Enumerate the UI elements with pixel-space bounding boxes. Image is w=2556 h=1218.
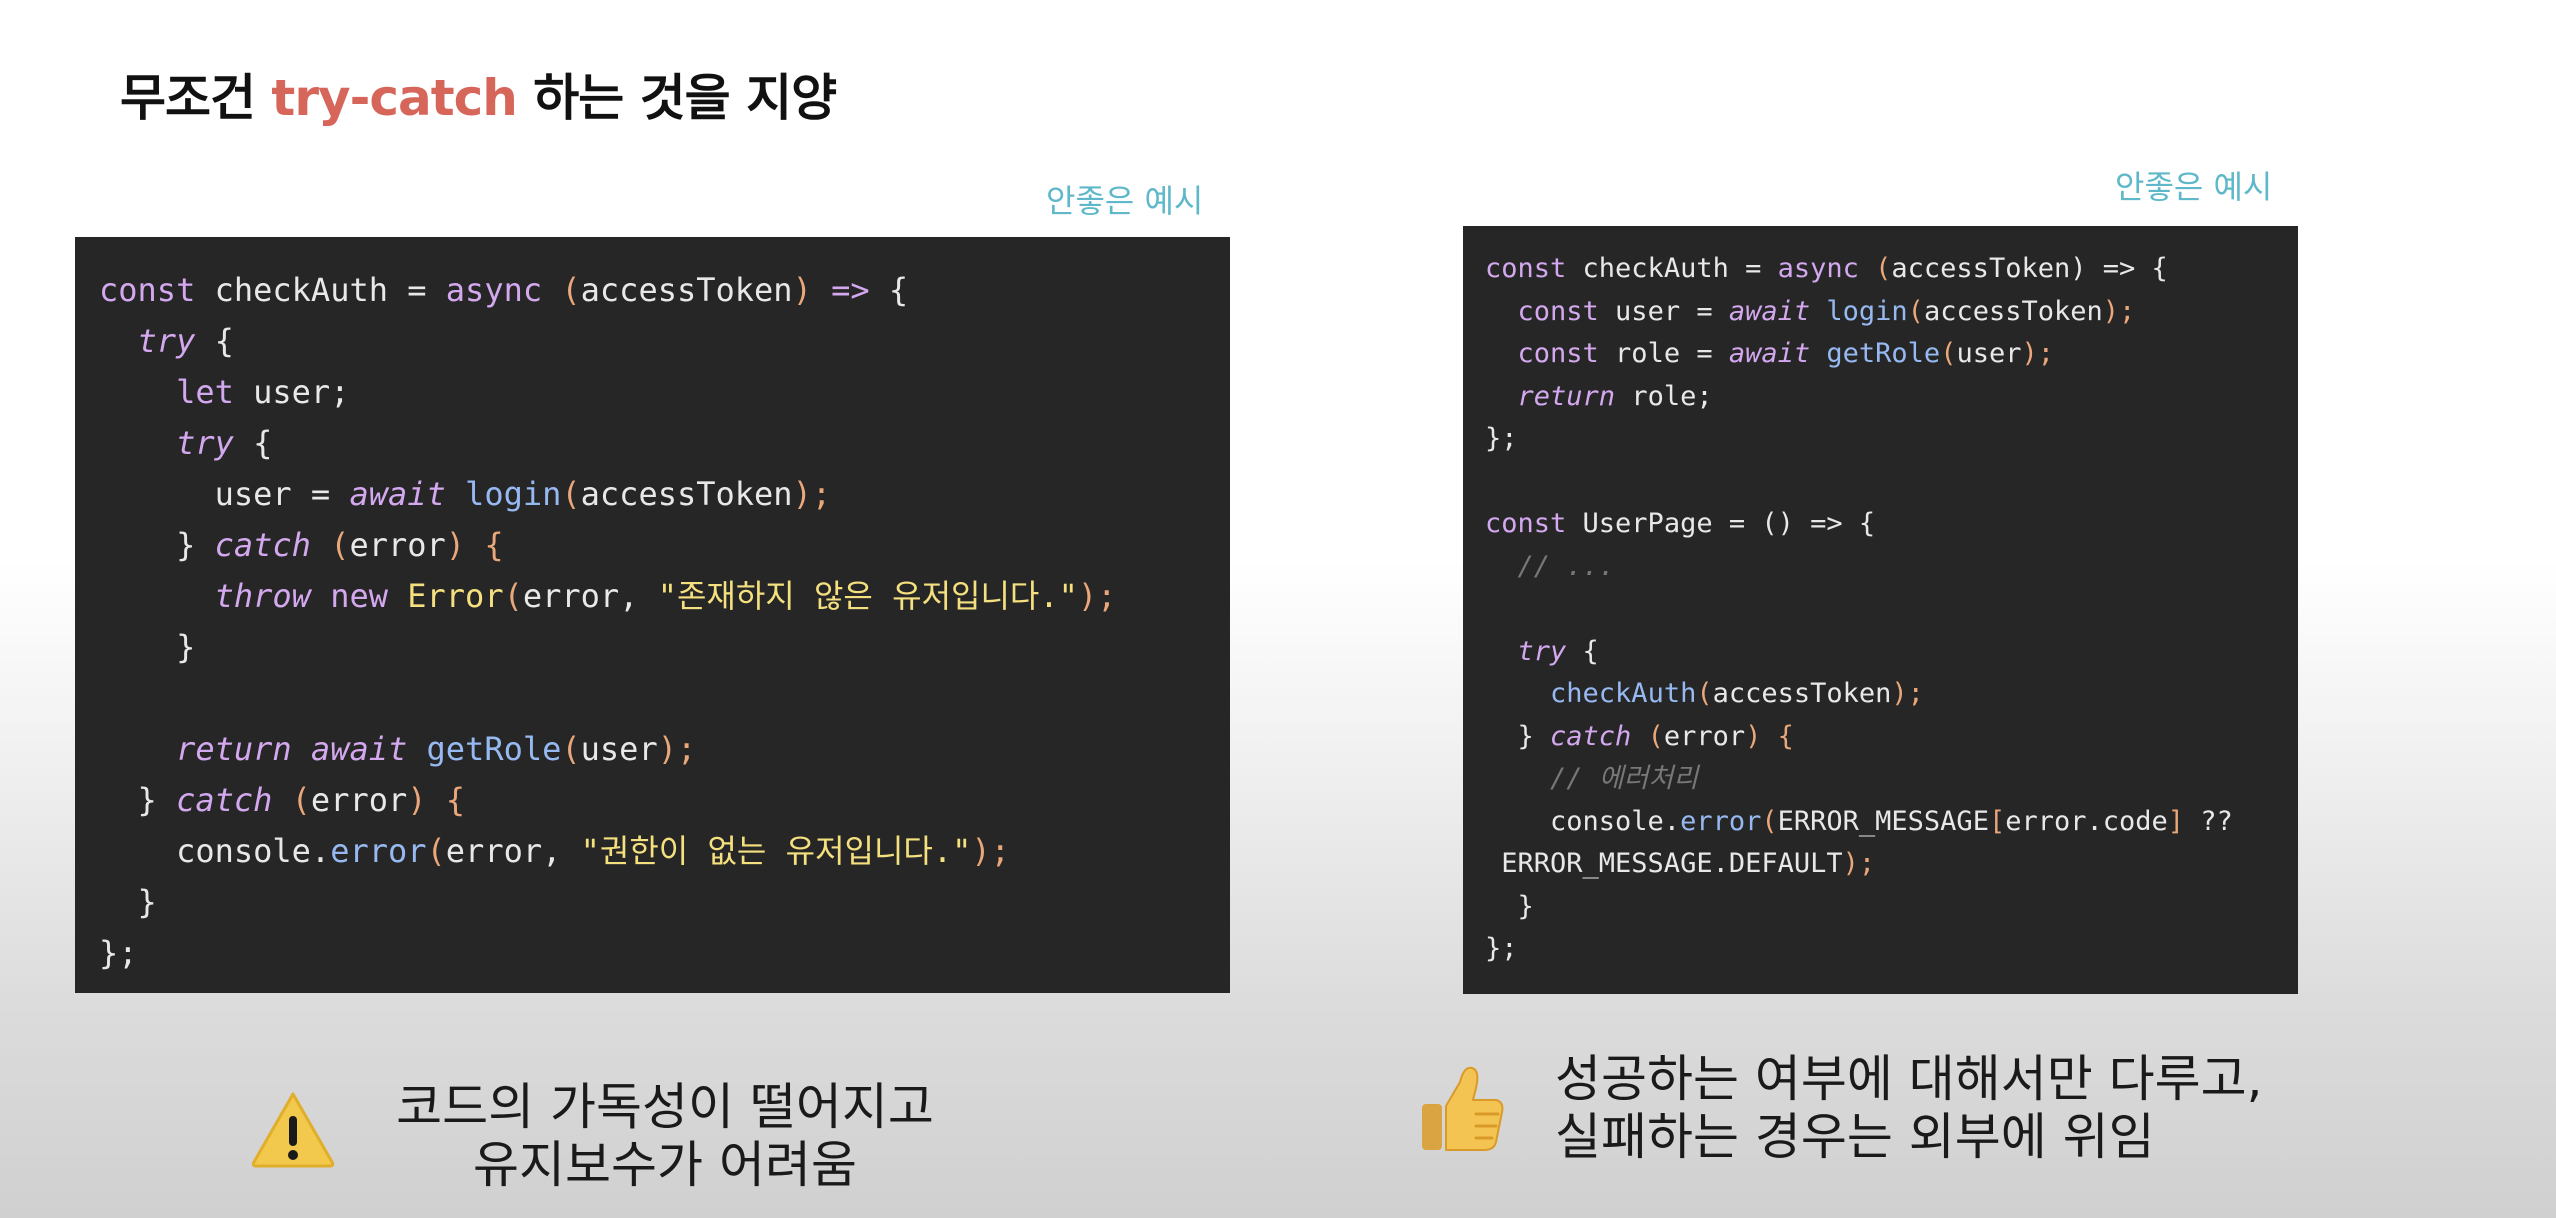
- code-line: user = await login(accessToken);: [99, 475, 832, 513]
- code-line: ERROR_MESSAGE.DEFAULT);: [1485, 848, 1876, 879]
- note-line: 코드의 가독성이 떨어지고: [396, 1078, 934, 1136]
- code-line: let user;: [176, 373, 350, 411]
- code-line: } catch (error) {: [99, 526, 504, 564]
- code-line: };: [99, 934, 138, 972]
- code-line: }: [1485, 890, 1534, 922]
- code-line: console.error(error, "권한이 없는 유저입니다.");: [99, 832, 1010, 870]
- code-line: }: [99, 883, 157, 921]
- note-line: 성공하는 여부에 대해서만 다루고,: [1555, 1050, 2263, 1108]
- note-line: 유지보수가 어려움: [473, 1136, 857, 1194]
- code-line: const checkAuth = async (accessToken) =>…: [1485, 253, 2168, 284]
- code-line: // ...: [1517, 550, 1616, 582]
- refactored-code-panel: const checkAuth = async (accessToken) =>…: [1463, 226, 2298, 994]
- code-line: };: [1485, 423, 1518, 454]
- code-line: try {: [176, 424, 273, 462]
- bad-example-code-panel: const checkAuth = async (accessToken) =>…: [75, 237, 1230, 993]
- refactored-code: const checkAuth = async (accessToken) =>…: [1485, 248, 2298, 971]
- title-suffix: 하는 것을 지양: [516, 69, 837, 127]
- code-line: // 에러처리: [1550, 763, 1699, 794]
- code-line: const UserPage = () => {: [1485, 508, 1876, 539]
- code-line: console.error(ERROR_MESSAGE[error.code] …: [1485, 805, 2233, 837]
- code-line: } catch (error) {: [99, 781, 466, 819]
- code-line: try {: [137, 322, 234, 360]
- code-line: };: [1485, 933, 1518, 964]
- title-prefix: 무조건: [120, 69, 272, 127]
- bad-example-note: 코드의 가독성이 떨어지고 유지보수가 어려움: [340, 1078, 990, 1194]
- right-caption: 안좋은 예시: [2115, 168, 2273, 206]
- code-line: }: [99, 628, 196, 666]
- code-line: return await getRole(user);: [176, 730, 697, 768]
- code-line: const role = await getRole(user);: [1517, 338, 2054, 369]
- code-line: checkAuth(accessToken);: [1550, 678, 1924, 709]
- thumbs-up-icon: [1422, 1066, 1504, 1151]
- title-highlight: try-catch: [271, 69, 517, 127]
- warning-icon: [251, 1092, 335, 1168]
- code-line: const user = await login(accessToken);: [1517, 295, 2136, 327]
- slide-title: 무조건 try-catch 하는 것을 지양: [120, 58, 837, 130]
- note-line: 실패하는 경우는 외부에 위임: [1555, 1108, 2155, 1166]
- left-caption: 안좋은 예시: [1046, 182, 1204, 220]
- code-line: return role;: [1517, 380, 1713, 412]
- code-line: } catch (error) {: [1485, 720, 1794, 752]
- code-line: const checkAuth = async (accessToken) =>…: [99, 271, 909, 309]
- bad-example-code: const checkAuth = async (accessToken) =>…: [99, 265, 1230, 979]
- code-line: try {: [1517, 635, 1599, 667]
- good-example-note: 성공하는 여부에 대해서만 다루고, 실패하는 경우는 외부에 위임: [1555, 1050, 2263, 1166]
- code-line: throw new Error(error, "존재하지 않은 유저입니다.")…: [214, 577, 1117, 615]
